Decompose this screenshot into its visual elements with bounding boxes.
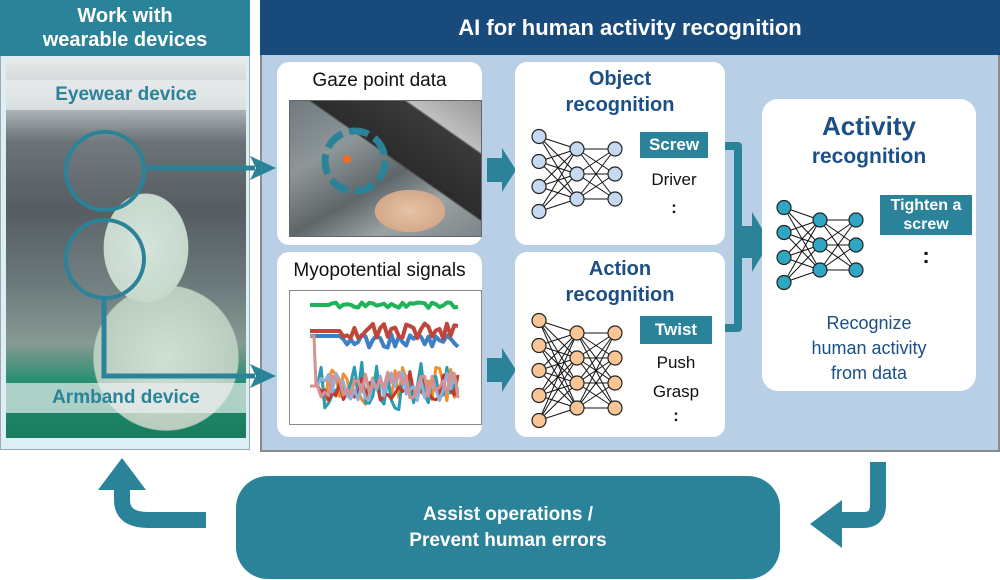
- gaze-point-title: Gaze point data: [312, 70, 447, 91]
- activity-title-line1: Activity: [822, 111, 916, 141]
- nn-node: [531, 178, 547, 195]
- signal-trace: [310, 300, 459, 310]
- assist-line1: Assist operations /: [423, 504, 593, 525]
- armband-highlight-ring: [64, 218, 146, 300]
- activity-output-line2: screw: [903, 216, 949, 233]
- nn-node: [812, 212, 828, 228]
- action-output-more: :: [673, 406, 679, 425]
- nn-node: [848, 212, 864, 228]
- nn-node: [607, 141, 623, 157]
- nn-node: [848, 262, 864, 278]
- activity-description-line2: human activity: [811, 338, 927, 358]
- assist-line2: Prevent human errors: [409, 530, 607, 551]
- action-title-line1: Action: [588, 258, 652, 280]
- nn-node: [776, 274, 792, 291]
- worker-photo: Eyewear device Armband device: [6, 58, 246, 438]
- nn-node: [607, 325, 623, 341]
- activity-description-line3: from data: [830, 363, 908, 383]
- object-output-more: :: [671, 198, 677, 217]
- nn-node: [607, 400, 623, 416]
- ai-recognition-header: AI for human activity recognition: [260, 0, 1000, 55]
- object-recognition-title: Object recognition: [515, 66, 725, 118]
- gaze-point-card: Gaze point data: [277, 62, 482, 245]
- action-output-twist: Twist: [640, 316, 712, 344]
- armband-device-label: Armband device: [6, 383, 246, 413]
- nn-node: [569, 325, 585, 341]
- signal-trace: [310, 334, 318, 387]
- action-output-grasp: Grasp: [652, 382, 700, 401]
- gaze-point-dot-icon: [343, 155, 351, 163]
- action-recognition-title: Action recognition: [515, 256, 725, 308]
- action-neural-network-icon: [531, 312, 623, 429]
- nn-node: [607, 191, 623, 207]
- wearable-title-line1: Work with: [77, 5, 173, 27]
- nn-node: [531, 312, 547, 329]
- feedback-arrow-in-icon: [810, 500, 842, 548]
- assist-operations-box: Assist operations / Prevent human errors: [236, 476, 780, 579]
- nn-node: [848, 237, 864, 253]
- activity-title-line2: recognition: [811, 145, 927, 168]
- nn-node: [531, 412, 547, 429]
- eyewear-device-label: Eyewear device: [6, 80, 246, 110]
- object-title-line1: Object: [588, 68, 652, 90]
- object-recognition-card: Object recognition Screw Driver :: [515, 62, 725, 245]
- object-title-line2: recognition: [565, 94, 675, 116]
- myopotential-title: Myopotential signals: [293, 260, 466, 281]
- nn-node: [607, 350, 623, 366]
- nn-node: [531, 337, 547, 354]
- nn-node: [607, 375, 623, 391]
- feedback-arrow-out-icon: [98, 458, 146, 490]
- nn-node: [569, 375, 585, 391]
- activity-recognition-card: Activity recognition Tighten a screw : R…: [762, 99, 976, 391]
- nn-node: [607, 166, 623, 182]
- activity-description: Recognize human activity from data: [762, 311, 976, 386]
- nn-node: [569, 350, 585, 366]
- nn-node: [531, 387, 547, 404]
- wearable-title-line2: wearable devices: [42, 29, 208, 51]
- eyewear-highlight-ring: [64, 130, 146, 212]
- nn-node: [776, 199, 792, 216]
- action-title-line2: recognition: [565, 284, 675, 306]
- nn-node: [531, 153, 547, 170]
- nn-node: [569, 400, 585, 416]
- activity-output-line1: Tighten a: [890, 197, 962, 214]
- signal-trace: [310, 332, 460, 350]
- nn-node: [569, 141, 585, 157]
- action-output-push: Push: [656, 353, 696, 372]
- nn-node: [776, 249, 792, 266]
- nn-node: [531, 128, 547, 145]
- nn-node: [569, 166, 585, 182]
- myopotential-plot: [289, 290, 482, 425]
- myopotential-card: Myopotential signals: [277, 252, 482, 437]
- wearable-devices-header: Work with wearable devices: [0, 0, 250, 56]
- object-neural-network-icon: [531, 128, 623, 220]
- activity-output-tighten-screw: Tighten a screw: [880, 195, 972, 235]
- activity-description-line1: Recognize: [826, 313, 912, 333]
- activity-output-more: :: [922, 243, 930, 268]
- object-output-screw: Screw: [640, 132, 708, 158]
- object-output-driver: Driver: [651, 170, 697, 189]
- nn-node: [531, 362, 547, 379]
- nn-node: [569, 191, 585, 207]
- nn-node: [812, 262, 828, 278]
- gaze-target-ring-icon: [321, 127, 389, 195]
- nn-node: [776, 224, 792, 241]
- nn-node: [531, 203, 547, 220]
- gaze-point-image: [289, 100, 482, 237]
- nn-node: [812, 237, 828, 253]
- action-recognition-card: Action recognition Twist Push Grasp :: [515, 252, 725, 437]
- activity-neural-network-icon: [776, 199, 864, 291]
